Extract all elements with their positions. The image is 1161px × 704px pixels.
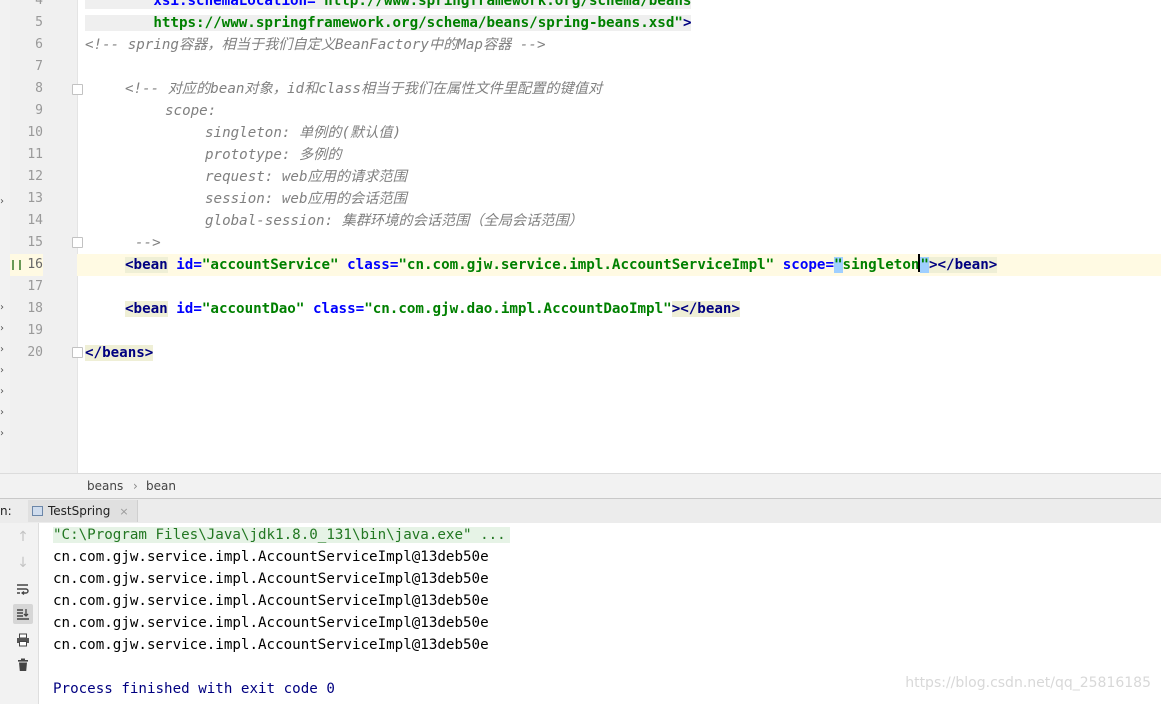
code-area[interactable]: xsi:schemaLocation="http://www.springfra… <box>77 0 1161 473</box>
code-line-8: <!-- 对应的bean对象，id和class相当于我们在属性文件里配置的键值对 <box>125 81 603 97</box>
code-line-9: scope: <box>165 103 217 119</box>
chevron-right-icon[interactable]: › <box>0 323 10 335</box>
breadcrumb-separator: › <box>133 479 138 493</box>
watermark: https://blog.csdn.net/qq_25816185 <box>905 675 1151 691</box>
code-line-13: session: web应用的会话范围 <box>205 191 407 207</box>
code-line-15: --> <box>135 235 161 251</box>
code-line-4: xsi:schemaLocation="http://www.springfra… <box>85 0 692 12</box>
chevron-right-icon[interactable]: › <box>0 302 10 314</box>
line-number: 13 <box>27 191 43 206</box>
line-number-gutter[interactable]: 4 5 6 7 8 9 10 11 12 13 14 15 16 17 18 1… <box>10 0 83 473</box>
code-line-5: https://www.springframework.org/schema/b… <box>85 12 692 34</box>
line-number: 20 <box>27 345 43 360</box>
code-line-16: <bean id="accountService" class="cn.com.… <box>125 254 998 276</box>
up-arrow-icon[interactable]: ↑ <box>13 527 33 547</box>
close-icon[interactable]: × <box>119 505 128 518</box>
line-number: 5 <box>35 15 43 30</box>
chevron-right-icon[interactable]: › <box>0 428 10 440</box>
console-line: cn.com.gjw.service.impl.AccountServiceIm… <box>53 593 489 609</box>
console-line: cn.com.gjw.service.impl.AccountServiceIm… <box>53 637 489 653</box>
down-arrow-icon[interactable]: ↓ <box>13 553 33 573</box>
run-config-icon <box>32 506 43 516</box>
line-number: 7 <box>35 59 43 74</box>
console-line: "C:\Program Files\Java\jdk1.8.0_131\bin\… <box>53 524 510 546</box>
line-number: 17 <box>27 279 43 294</box>
code-line-12: request: web应用的请求范围 <box>205 169 407 185</box>
code-line-18: <bean id="accountDao" class="cn.com.gjw.… <box>125 301 741 317</box>
code-line-6: <!-- spring容器，相当于我们自定义BeanFactory中的Map容器… <box>85 37 546 53</box>
line-number: 8 <box>35 81 43 96</box>
console-line: cn.com.gjw.service.impl.AccountServiceIm… <box>53 615 489 631</box>
chevron-right-icon[interactable]: › <box>0 196 10 208</box>
console-line: cn.com.gjw.service.impl.AccountServiceIm… <box>53 571 489 587</box>
trash-icon[interactable] <box>13 655 33 675</box>
tab-testspring[interactable]: TestSpring × <box>28 500 138 522</box>
code-line-11: prototype: 多例的 <box>205 147 342 163</box>
run-panel-header: n: TestSpring × <box>0 498 1161 524</box>
line-number: 12 <box>27 169 43 184</box>
code-editor[interactable]: › › › › › › › › 4 5 6 7 8 9 10 11 12 13 … <box>0 0 1161 473</box>
tab-label: TestSpring <box>48 504 111 518</box>
run-panel-label: n: <box>0 504 12 518</box>
code-line-10: singleton: 单例的(默认值) <box>205 125 402 141</box>
line-number: 6 <box>35 37 43 52</box>
line-number: 19 <box>27 323 43 338</box>
process-finished-message: Process finished with exit code 0 <box>53 681 335 697</box>
scroll-to-end-icon[interactable] <box>13 604 33 624</box>
line-number: 9 <box>35 103 43 118</box>
line-number: 15 <box>27 235 43 250</box>
line-number: 14 <box>27 213 43 228</box>
project-strip: › › › › › › › › <box>0 0 10 473</box>
code-line-14: global-session: 集群环境的会话范围（全局会话范围） <box>205 213 583 229</box>
print-icon[interactable] <box>13 630 33 650</box>
line-number: 11 <box>27 147 43 162</box>
chevron-right-icon[interactable]: › <box>0 365 10 377</box>
change-marker <box>12 260 21 270</box>
chevron-right-icon[interactable]: › <box>0 344 10 356</box>
console-line: cn.com.gjw.service.impl.AccountServiceIm… <box>53 549 489 565</box>
chevron-right-icon[interactable]: › <box>0 386 10 398</box>
breadcrumb-item-beans[interactable]: beans <box>87 479 123 493</box>
line-number: 18 <box>27 301 43 316</box>
line-number: 10 <box>27 125 43 140</box>
line-number: 4 <box>35 0 43 8</box>
breadcrumb-item-bean[interactable]: bean <box>146 479 176 493</box>
run-toolbar: ↑ ↓ <box>8 523 39 704</box>
code-line-20: </beans> <box>85 345 154 361</box>
breadcrumb: beans › bean <box>0 473 1161 498</box>
chevron-right-icon[interactable]: › <box>0 407 10 419</box>
soft-wrap-icon[interactable] <box>13 579 33 599</box>
